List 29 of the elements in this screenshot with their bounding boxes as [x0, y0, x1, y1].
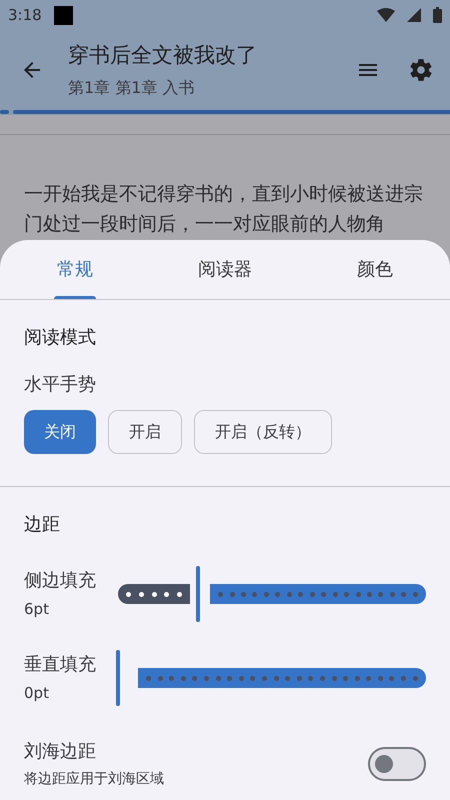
slider-value: 0pt — [24, 683, 50, 704]
slider-track[interactable] — [118, 650, 426, 706]
notification-icon — [54, 6, 73, 24]
setting-label: 水平手势 — [24, 373, 97, 397]
slider-thumb[interactable] — [116, 650, 120, 706]
settings-icon[interactable] — [408, 57, 434, 83]
option-button[interactable]: 关闭 — [24, 410, 96, 454]
toggle-switch[interactable] — [368, 747, 426, 781]
setting-label: 刘海边距 — [24, 740, 97, 764]
slider-track[interactable] — [118, 566, 426, 622]
book-title: 穿书后全文被我改了 — [68, 42, 258, 70]
battery-icon — [433, 7, 442, 23]
section-title: 边距 — [24, 513, 61, 537]
book-text: 一开始我是不记得穿书的，直到小时候被送进宗门处过一段时间后，一一对应眼前的人物角 — [23, 182, 424, 237]
section-title: 阅读模式 — [24, 326, 97, 350]
option-button[interactable]: 开启 — [108, 410, 182, 454]
slider-label: 垂直填充 — [24, 653, 97, 678]
tab[interactable]: 颜色 — [300, 240, 450, 299]
chapter-title: 第1章 第1章 入书 — [68, 76, 196, 99]
slider-label: 侧边填充 — [24, 569, 97, 594]
tab[interactable]: 常规 — [0, 240, 150, 299]
tab[interactable]: 阅读器 — [150, 240, 300, 299]
slider-value: 6pt — [24, 599, 50, 620]
option-button[interactable]: 开启（反转） — [194, 410, 332, 454]
wifi-icon — [377, 8, 395, 22]
setting-description: 将边距应用于刘海区域 — [24, 770, 165, 789]
signal-icon — [407, 8, 421, 22]
slider-thumb[interactable] — [196, 566, 200, 622]
status-time: 3:18 — [8, 4, 42, 26]
